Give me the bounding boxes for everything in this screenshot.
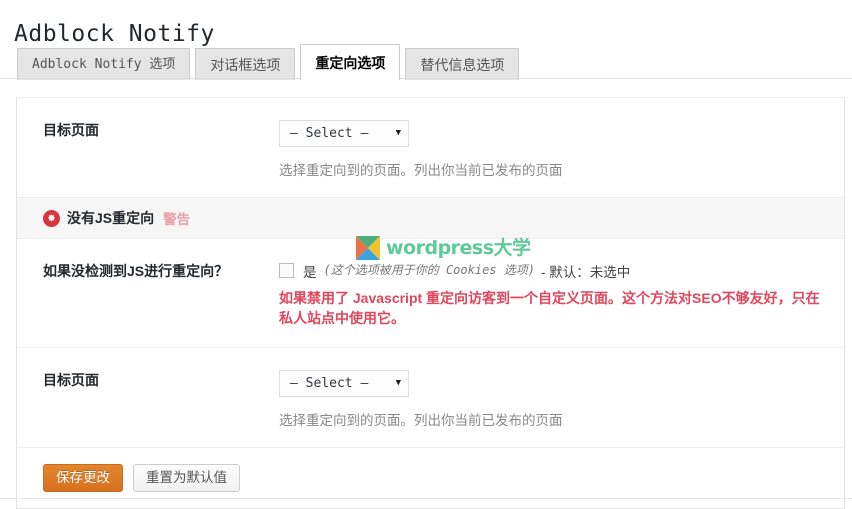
tab-bar-divider: [0, 78, 852, 79]
page-bottom-divider: [0, 498, 852, 499]
nojs-warning-title: 没有JS重定向: [67, 210, 155, 226]
warning-badge: 警告: [163, 212, 191, 227]
tab-adblock-notify-options[interactable]: Adblock Notify 选项: [17, 48, 191, 80]
tab-dialog-options[interactable]: 对话框选项: [195, 48, 296, 80]
chevron-down-icon: ▼: [395, 128, 401, 138]
select-target-page-bottom[interactable]: — Select — ▼: [279, 369, 409, 397]
label-target-page-top: 目标页面: [43, 122, 99, 138]
field-target-page-top: — Select — ▼ 选择重定向到的页面。列出你当前已发布的页面: [279, 98, 844, 197]
row-nojs-redirect: 如果没检测到JS进行重定向？ 是 (这个选项被用于你的 Cookies 选项) …: [17, 239, 844, 348]
field-nojs-redirect: 是 (这个选项被用于你的 Cookies 选项) - 默认：未选中 如果禁用了 …: [279, 239, 844, 347]
settings-panel: 目标页面 — Select — ▼ 选择重定向到的页面。列出你当前已发布的页面 …: [16, 97, 845, 509]
select-target-page-top[interactable]: — Select — ▼: [279, 120, 409, 147]
checkbox-nojs-redirect-default: - 默认：未选中: [540, 265, 631, 280]
label-target-page-bottom: 目标页面: [43, 371, 99, 388]
field-target-page-bottom: — Select — ▼ 选择重定向到的页面。列出你当前已发布的页面: [279, 348, 844, 447]
hint-target-page-top: 选择重定向到的页面。列出你当前已发布的页面: [279, 163, 563, 178]
admin-page: Adblock Notify Adblock Notify 选项 对话框选项 重…: [0, 0, 852, 509]
save-changes-button[interactable]: 保存更改: [43, 463, 123, 492]
hint-target-page-bottom: 选择重定向到的页面。列出你当前已发布的页面: [279, 412, 563, 428]
tab-redirect-options[interactable]: 重定向选项: [300, 44, 401, 80]
reset-defaults-button[interactable]: 重置为默认值: [133, 463, 240, 492]
nojs-redirect-checkbox-line: 是 (这个选项被用于你的 Cookies 选项) - 默认：未选中: [279, 261, 824, 281]
checkbox-nojs-redirect-note: (这个选项被用于你的 Cookies 选项): [323, 263, 535, 277]
row-target-page-top: 目标页面 — Select — ▼ 选择重定向到的页面。列出你当前已发布的页面: [17, 98, 844, 198]
select-target-page-top-value: — Select —: [290, 126, 369, 141]
checkbox-nojs-redirect-label: 是: [303, 265, 317, 280]
checkbox-nojs-redirect[interactable]: [279, 263, 294, 278]
warning-star-icon: [43, 209, 60, 227]
label-nojs-redirect: 如果没检测到JS进行重定向？: [43, 263, 229, 279]
chevron-down-icon: ▼: [395, 377, 401, 388]
tab-alternate-message-options[interactable]: 替代信息选项: [405, 48, 520, 80]
tab-bar: Adblock Notify 选项 对话框选项 重定向选项 替代信息选项: [17, 43, 524, 80]
select-target-page-bottom-value: — Select —: [290, 375, 369, 391]
row-nojs-warning-header: 没有JS重定向 警告: [17, 198, 844, 239]
nojs-redirect-description: 如果禁用了 Javascript 重定向访客到一个自定义页面。这个方法对SEO不…: [279, 290, 820, 327]
row-target-page-bottom: 目标页面 — Select — ▼ 选择重定向到的页面。列出你当前已发布的页面: [17, 348, 844, 448]
